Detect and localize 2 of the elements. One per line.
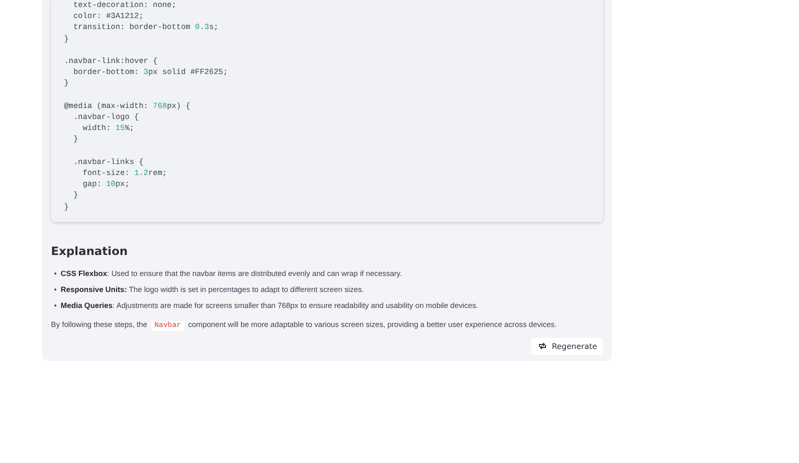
section-heading: Explanation bbox=[51, 244, 129, 258]
refresh-icon bbox=[538, 342, 547, 350]
